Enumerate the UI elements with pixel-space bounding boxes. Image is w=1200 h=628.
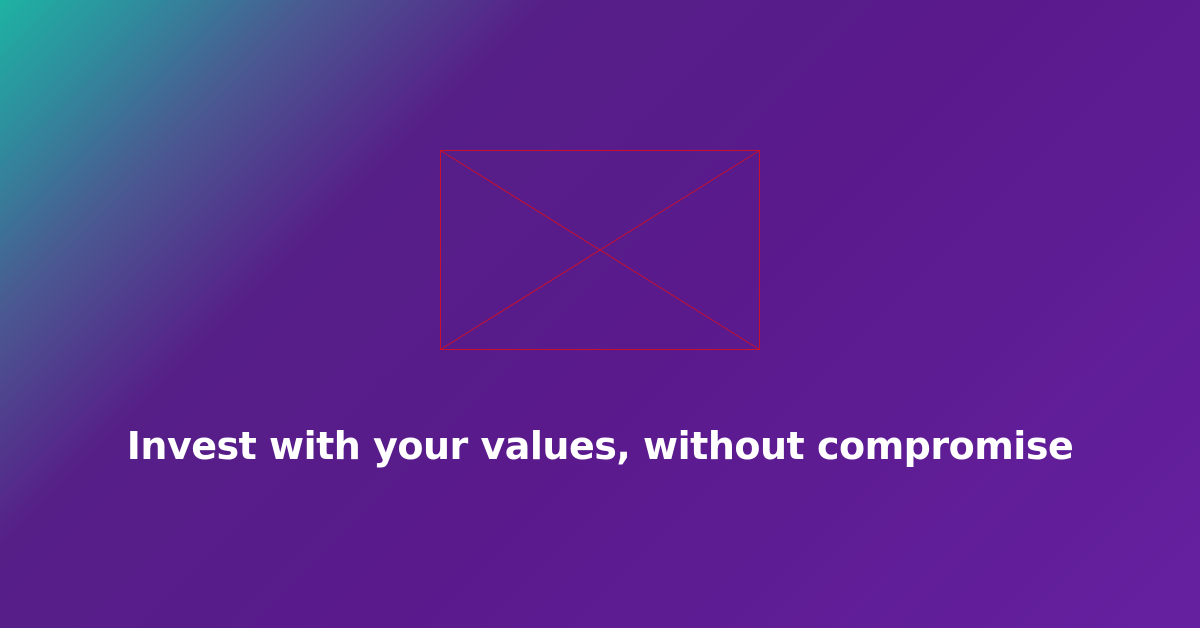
missing-image-icon [440, 150, 760, 350]
social-card: Invest with your values, without comprom… [0, 0, 1200, 628]
headline: Invest with your values, without comprom… [126, 424, 1074, 468]
image-placeholder [440, 150, 760, 350]
